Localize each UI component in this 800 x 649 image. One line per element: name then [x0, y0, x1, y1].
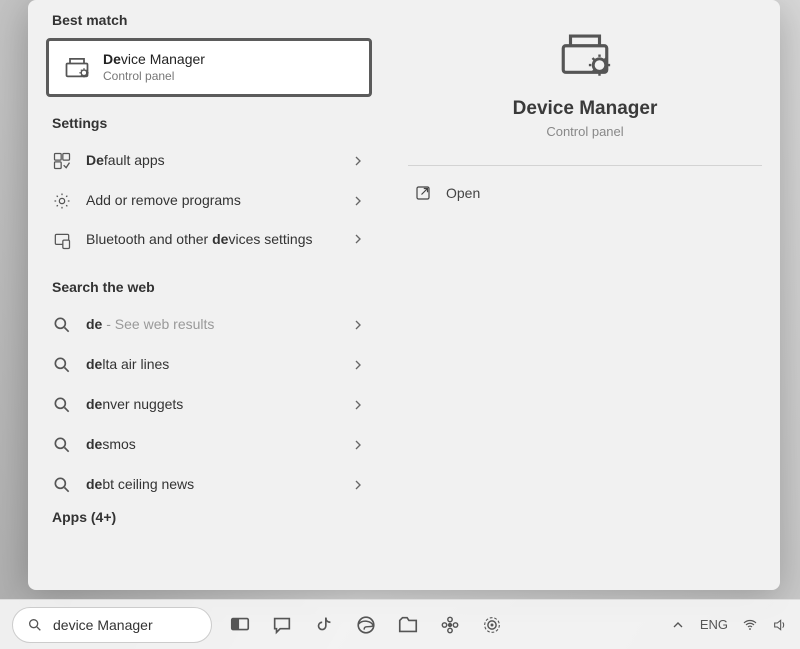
taskview-button[interactable] — [226, 611, 254, 639]
web-item-label: debt ceiling news — [86, 476, 336, 494]
taskbar-search-value: device Manager — [53, 617, 153, 633]
results-list: Best match Device Manager Control panel … — [28, 0, 390, 590]
web-item-label: denver nuggets — [86, 396, 336, 414]
best-match-subtitle: Control panel — [103, 69, 205, 84]
chevron-right-icon — [350, 397, 366, 413]
web-item-delta-air-lines[interactable]: delta air lines — [28, 345, 390, 385]
chevron-up-icon[interactable] — [670, 617, 686, 633]
search-results-panel: Best match Device Manager Control panel … — [28, 0, 780, 590]
best-match-text: Device Manager Control panel — [103, 51, 205, 84]
taskbar: device Manager ENG — [0, 599, 800, 649]
web-item-debt-ceiling-news[interactable]: debt ceiling news — [28, 465, 390, 505]
details-title: Device Manager — [513, 98, 658, 120]
device-manager-large-icon — [556, 24, 614, 82]
chevron-right-icon — [350, 317, 366, 333]
app-target-icon[interactable] — [478, 611, 506, 639]
chevron-right-icon — [350, 477, 366, 493]
search-icon — [52, 355, 72, 375]
settings-heading: Settings — [28, 111, 390, 141]
default-apps-icon — [52, 151, 72, 171]
app-flower-icon[interactable] — [436, 611, 464, 639]
web-item-desmos[interactable]: desmos — [28, 425, 390, 465]
details-pane: Device Manager Control panel Open — [390, 0, 780, 590]
search-icon — [52, 435, 72, 455]
web-item-label: de - See web results — [86, 316, 336, 334]
system-tray: ENG — [670, 617, 788, 633]
chevron-right-icon — [350, 437, 366, 453]
taskbar-search-box[interactable]: device Manager — [12, 607, 212, 643]
settings-item-bluetooth-devices[interactable]: Bluetooth and other devices settings — [28, 221, 390, 275]
best-match-heading: Best match — [28, 8, 390, 38]
chat-button[interactable] — [268, 611, 296, 639]
device-manager-icon — [63, 53, 91, 81]
programs-icon — [52, 191, 72, 211]
web-item-label: delta air lines — [86, 356, 336, 374]
search-icon — [27, 617, 43, 633]
file-explorer-icon[interactable] — [394, 611, 422, 639]
search-icon — [52, 395, 72, 415]
web-heading: Search the web — [28, 275, 390, 305]
web-item-de[interactable]: de - See web results — [28, 305, 390, 345]
settings-item-default-apps[interactable]: Default apps — [28, 141, 390, 181]
apps-heading: Apps (4+) — [28, 505, 390, 535]
open-icon — [414, 184, 432, 202]
search-icon — [52, 315, 72, 335]
chevron-right-icon — [350, 231, 366, 247]
web-item-denver-nuggets[interactable]: denver nuggets — [28, 385, 390, 425]
search-icon — [52, 475, 72, 495]
settings-item-label: Add or remove programs — [86, 192, 336, 210]
language-indicator[interactable]: ENG — [700, 617, 728, 632]
chevron-right-icon — [350, 153, 366, 169]
settings-item-add-remove-programs[interactable]: Add or remove programs — [28, 181, 390, 221]
best-match-device-manager[interactable]: Device Manager Control panel — [46, 38, 372, 97]
web-item-label: desmos — [86, 436, 336, 454]
volume-icon[interactable] — [772, 617, 788, 633]
details-subtitle: Control panel — [546, 124, 623, 139]
open-label: Open — [446, 185, 480, 201]
settings-item-label: Bluetooth and other devices settings — [86, 231, 336, 249]
edge-browser-icon[interactable] — [352, 611, 380, 639]
wifi-icon[interactable] — [742, 617, 758, 633]
best-match-title: Device Manager — [103, 51, 205, 69]
bluetooth-icon — [52, 231, 72, 251]
chevron-right-icon — [350, 357, 366, 373]
chevron-right-icon — [350, 193, 366, 209]
settings-item-label: Default apps — [86, 152, 336, 170]
open-action[interactable]: Open — [408, 166, 762, 220]
app-tiktok-icon[interactable] — [310, 611, 338, 639]
